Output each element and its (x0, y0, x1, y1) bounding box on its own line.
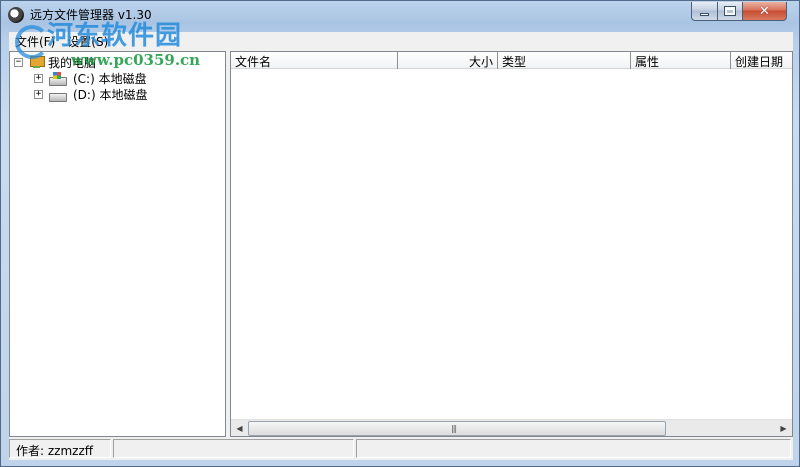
maximize-button[interactable] (717, 2, 743, 21)
collapse-icon[interactable]: − (14, 57, 23, 67)
tree-item-my-computer[interactable]: − 我的电脑 (14, 54, 96, 70)
app-skull-icon[interactable] (8, 7, 24, 23)
grip-icon: ||| (451, 424, 457, 433)
expand-icon[interactable]: + (34, 89, 43, 99)
status-author: 作者: zzmzzff (9, 439, 111, 458)
scroll-thumb[interactable]: ||| (248, 421, 666, 436)
close-icon: ✕ (759, 3, 770, 19)
tree-item-drive-d[interactable]: + (D:) 本地磁盘 (34, 86, 147, 102)
computer-icon (29, 55, 45, 69)
window-title: 远方文件管理器 v1.30 (30, 8, 152, 22)
minimize-button[interactable] (691, 2, 718, 21)
folder-tree[interactable]: − 我的电脑 + (C:) 本地磁盘 + (D:) 本地磁盘 (9, 51, 226, 437)
horizontal-scrollbar[interactable]: ◀ ||| ▶ (231, 419, 792, 436)
tree-item-label: (C:) 本地磁盘 (73, 71, 147, 86)
minimize-icon (700, 13, 709, 16)
scroll-left-icon[interactable]: ◀ (231, 420, 248, 436)
expand-icon[interactable]: + (34, 73, 43, 83)
menu-file[interactable]: 文件(F) (9, 32, 61, 50)
scroll-right-icon[interactable]: ▶ (775, 420, 792, 436)
status-panel-2 (113, 439, 354, 458)
tree-item-label: (D:) 本地磁盘 (73, 87, 148, 102)
column-header-size[interactable]: 大小 (398, 52, 498, 69)
menu-settings[interactable]: 设置(S) (61, 32, 114, 50)
status-bar: 作者: zzmzzff (9, 438, 793, 460)
tree-item-drive-c[interactable]: + (C:) 本地磁盘 (34, 70, 147, 86)
status-panel-3 (356, 439, 791, 458)
close-button[interactable]: ✕ (742, 2, 787, 21)
maximize-icon (724, 6, 736, 16)
drive-icon (49, 88, 67, 102)
main-window: 远方文件管理器 v1.30 ✕ 文件(F) 设置(S) − 我的电脑 + (C:… (0, 0, 800, 467)
windows-drive-icon (49, 71, 67, 86)
menu-bar: 文件(F) 设置(S) (9, 32, 793, 50)
column-header-type[interactable]: 类型 (498, 52, 631, 69)
file-list[interactable]: 文件名 大小 类型 属性 创建日期 ◀ ||| ▶ (230, 51, 793, 437)
title-bar[interactable]: 远方文件管理器 v1.30 ✕ (1, 1, 800, 29)
list-header: 文件名 大小 类型 属性 创建日期 (231, 52, 792, 69)
column-header-name[interactable]: 文件名 (231, 52, 398, 69)
column-header-created[interactable]: 创建日期 (731, 52, 792, 69)
column-header-attributes[interactable]: 属性 (631, 52, 731, 69)
client-area: − 我的电脑 + (C:) 本地磁盘 + (D:) 本地磁盘 文件名 大小 类型… (9, 50, 793, 460)
tree-item-label: 我的电脑 (48, 55, 97, 70)
